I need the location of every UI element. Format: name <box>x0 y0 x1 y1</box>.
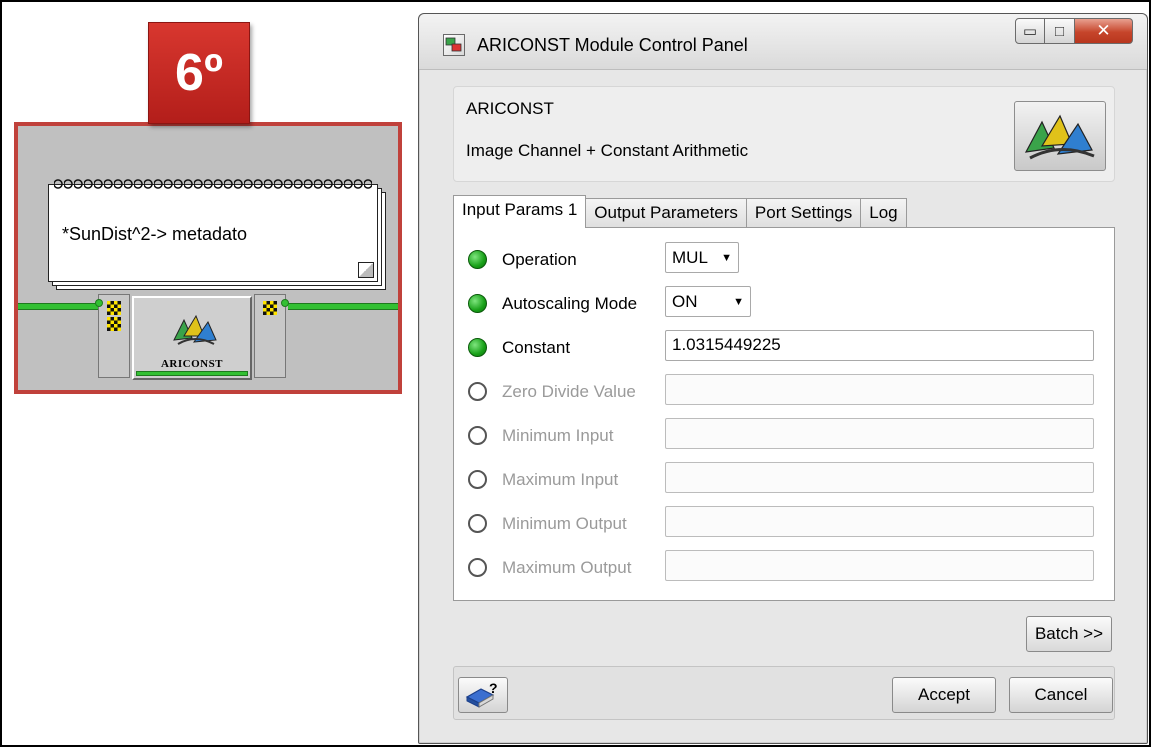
module-icon-button[interactable] <box>1014 101 1106 171</box>
status-led-icon[interactable] <box>468 426 487 445</box>
tab-log[interactable]: Log <box>860 198 907 228</box>
input-port[interactable] <box>95 294 130 378</box>
module-name: ARICONST <box>466 99 554 118</box>
accept-button[interactable]: Accept <box>892 677 996 713</box>
dropdown-arrow-icon: ▼ <box>733 295 744 308</box>
status-led-icon <box>468 338 487 357</box>
param-row-minimum-output: Minimum Output <box>454 502 1114 546</box>
param-label: Maximum Input <box>502 470 619 489</box>
param-row-maximum-output: Maximum Output <box>454 546 1114 590</box>
param-row-operation: Operation MUL ▼ <box>454 238 1114 282</box>
status-led-icon[interactable] <box>468 514 487 533</box>
operation-select[interactable]: MUL ▼ <box>665 242 739 273</box>
module-status-bar <box>136 371 248 376</box>
constant-input[interactable]: 1.0315449225 <box>665 330 1094 361</box>
checker-flag-icon <box>107 317 121 331</box>
param-label: Minimum Input <box>502 426 614 445</box>
help-glyph: ? <box>489 681 498 696</box>
step-badge-text: 6º <box>175 44 223 102</box>
window-controls: ▭ □ ✕ <box>1015 18 1133 46</box>
param-label: Zero Divide Value <box>502 382 636 401</box>
param-row-autoscaling: Autoscaling Mode ON ▼ <box>454 282 1114 326</box>
close-icon: ✕ <box>1096 21 1111 40</box>
param-label: Constant <box>502 338 571 357</box>
param-row-maximum-input: Maximum Input <box>454 458 1114 502</box>
tab-port-settings[interactable]: Port Settings <box>745 198 862 228</box>
maximum-input-field[interactable] <box>665 462 1094 493</box>
tab-bar: Input Params 1 Output Parameters Port Se… <box>453 195 907 228</box>
tab-output-parameters[interactable]: Output Parameters <box>585 198 747 228</box>
checker-flag-icon <box>263 301 277 315</box>
minimum-input-field[interactable] <box>665 418 1094 449</box>
status-led-icon[interactable] <box>468 558 487 577</box>
param-label: Autoscaling Mode <box>502 294 638 313</box>
maximize-icon: □ <box>1054 22 1065 40</box>
status-led-icon[interactable] <box>468 382 487 401</box>
tab-input-params[interactable]: Input Params 1 <box>453 195 587 228</box>
input-params-panel: Operation MUL ▼ Autoscaling Mode ON ▼ Co… <box>453 227 1115 601</box>
param-row-minimum-input: Minimum Input <box>454 414 1114 458</box>
output-pipe <box>288 303 398 310</box>
spiral-binding-icon <box>54 175 372 191</box>
help-button[interactable]: ? <box>458 677 508 713</box>
cancel-button[interactable]: Cancel <box>1009 677 1113 713</box>
minimize-button[interactable]: ▭ <box>1015 18 1045 44</box>
output-port[interactable] <box>254 294 289 378</box>
note-widget[interactable]: *SunDist^2-> metadato <box>48 175 386 290</box>
workflow-panel: *SunDist^2-> metadato ARICONST <box>14 122 402 394</box>
status-led-icon[interactable] <box>468 470 487 489</box>
batch-button[interactable]: Batch >> <box>1026 616 1112 652</box>
note-text: *SunDist^2-> metadato <box>62 224 248 244</box>
minimum-output-field[interactable] <box>665 506 1094 537</box>
window-title: ARICONST Module Control Panel <box>477 35 748 55</box>
app-icon <box>443 34 465 56</box>
input-pipe <box>18 303 98 310</box>
status-led-icon <box>468 294 487 313</box>
maximum-output-field[interactable] <box>665 550 1094 581</box>
param-row-constant: Constant 1.0315449225 <box>454 326 1114 370</box>
checker-flag-icon <box>107 301 121 315</box>
port-connector-icon <box>95 299 103 307</box>
status-led-icon <box>468 250 487 269</box>
autoscaling-select[interactable]: ON ▼ <box>665 286 751 317</box>
step-badge: 6º <box>148 22 250 124</box>
minimize-icon: ▭ <box>1022 23 1038 40</box>
module-header: ARICONST Image Channel + Constant Arithm… <box>453 86 1115 182</box>
param-row-zero-divide: Zero Divide Value <box>454 370 1114 414</box>
maximize-button[interactable]: □ <box>1045 18 1075 44</box>
autoscaling-select-value: ON <box>672 291 698 311</box>
control-panel-window: ARICONST Module Control Panel ▭ □ ✕ ARIC… <box>418 13 1148 744</box>
dialog-footer: ? Accept Cancel <box>453 666 1115 720</box>
page-curl-icon <box>358 262 374 278</box>
param-label: Maximum Output <box>502 558 632 577</box>
ariconst-module-node[interactable]: ARICONST <box>132 296 252 380</box>
operation-select-value: MUL <box>672 247 708 267</box>
dropdown-arrow-icon: ▼ <box>721 251 732 264</box>
title-bar[interactable]: ARICONST Module Control Panel ▭ □ ✕ <box>419 14 1147 70</box>
image-strips-icon <box>173 314 217 345</box>
port-connector-icon <box>281 299 289 307</box>
module-description: Image Channel + Constant Arithmetic <box>466 141 749 160</box>
zero-divide-input[interactable] <box>665 374 1094 405</box>
module-node-label: ARICONST <box>160 358 224 370</box>
param-label: Operation <box>502 250 577 269</box>
close-button[interactable]: ✕ <box>1075 18 1133 44</box>
image-strips-icon <box>1024 114 1095 160</box>
param-label: Minimum Output <box>502 514 627 533</box>
help-book-icon: ? <box>465 681 498 708</box>
